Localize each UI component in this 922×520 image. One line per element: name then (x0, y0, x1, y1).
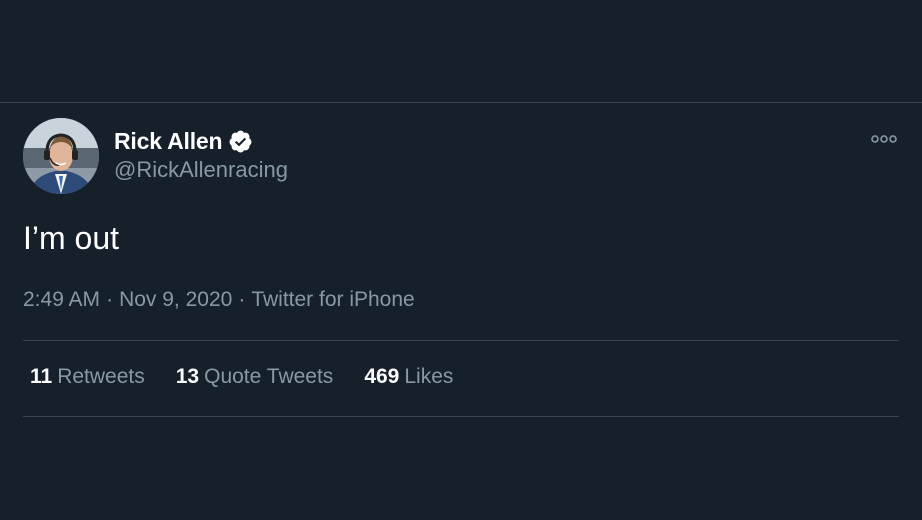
tweet-stats: 11 Retweets 13 Quote Tweets 469 Likes (30, 365, 484, 389)
avatar-image (23, 118, 99, 194)
author-handle[interactable]: @RickAllenracing (114, 157, 288, 183)
quote-tweets-count: 13 (175, 365, 200, 388)
likes-count: 469 (364, 365, 400, 388)
meta-separator: · (106, 288, 114, 311)
avatar[interactable] (23, 118, 99, 194)
stats-bottom-divider (23, 416, 899, 417)
tweet-time[interactable]: 2:49 AM (23, 288, 100, 312)
verified-badge-icon (228, 129, 253, 154)
stats-top-divider (23, 340, 899, 341)
quote-tweets-stat[interactable]: 13 Quote Tweets (176, 365, 334, 389)
author-name-row[interactable]: Rick Allen (114, 126, 253, 156)
likes-stat[interactable]: 469 Likes (364, 365, 453, 389)
retweets-count: 11 (30, 365, 53, 388)
tweet-page: Rick Allen @RickAllenracing I’m out 2:49… (0, 0, 922, 520)
retweets-label: Retweets (57, 365, 145, 388)
more-options-icon[interactable] (870, 131, 898, 147)
likes-label: Likes (404, 365, 454, 388)
meta-separator: · (238, 288, 246, 311)
tweet-meta: 2:49 AM · Nov 9, 2020 · Twitter for iPhone (23, 288, 415, 312)
tweet-date[interactable]: Nov 9, 2020 (119, 288, 232, 312)
tweet-text: I’m out (23, 220, 120, 256)
top-divider (0, 102, 922, 103)
retweets-stat[interactable]: 11 Retweets (30, 365, 145, 389)
tweet-source[interactable]: Twitter for iPhone (251, 288, 414, 312)
quote-tweets-label: Quote Tweets (204, 365, 334, 388)
display-name[interactable]: Rick Allen (114, 128, 223, 155)
